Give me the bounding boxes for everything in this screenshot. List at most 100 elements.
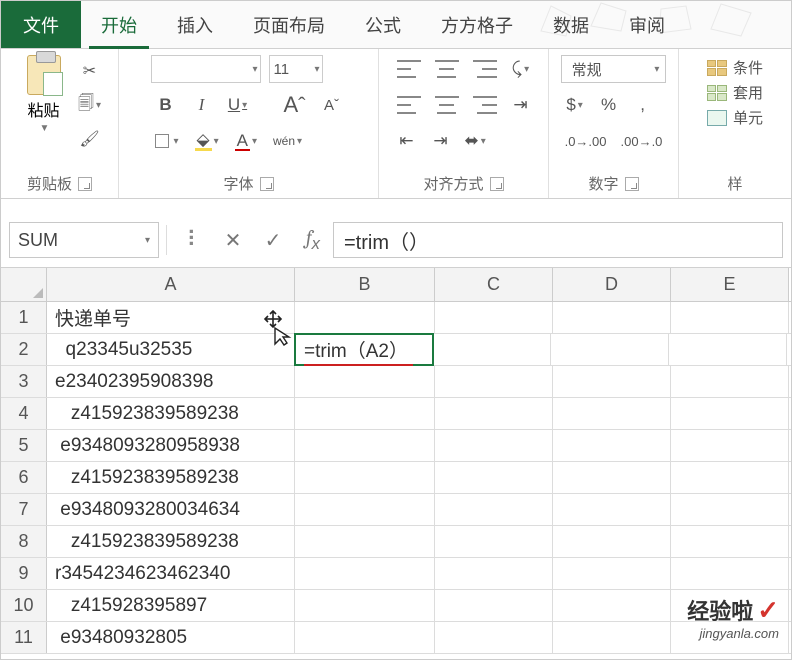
cell[interactable]: q23345u32535	[47, 334, 295, 365]
cell[interactable]	[669, 334, 787, 365]
cell[interactable]: 快递单号	[47, 302, 295, 333]
col-header-B[interactable]: B	[295, 268, 435, 301]
font-color-button[interactable]: A▾	[231, 127, 261, 155]
cell[interactable]	[435, 558, 553, 589]
percent-button[interactable]: %	[595, 91, 623, 119]
cell[interactable]: e9348093280958938	[47, 430, 295, 461]
cell[interactable]: e9348093280034634	[47, 494, 295, 525]
row-header[interactable]: 6	[1, 462, 47, 493]
cell[interactable]: r3454234623462340	[47, 558, 295, 589]
cell[interactable]: e93480932805	[47, 622, 295, 653]
row-header[interactable]: 7	[1, 494, 47, 525]
row-header[interactable]: 2	[1, 334, 47, 365]
cell[interactable]	[671, 302, 789, 333]
underline-button[interactable]: U▾	[223, 91, 251, 119]
number-format-combo[interactable]: 常规▾	[561, 55, 667, 83]
cut-button[interactable]: ✂	[78, 59, 102, 83]
cell[interactable]: z415928395897	[47, 590, 295, 621]
cell[interactable]: z415923839589238	[47, 398, 295, 429]
row-header[interactable]: 3	[1, 366, 47, 397]
cell[interactable]	[671, 494, 789, 525]
row-header[interactable]: 1	[1, 302, 47, 333]
align-middle-button[interactable]	[431, 55, 463, 83]
fill-color-button[interactable]: ⬙▾	[191, 127, 223, 155]
cell[interactable]	[295, 430, 435, 461]
orientation-button[interactable]: ⤹▾	[507, 55, 535, 83]
format-as-table-button[interactable]: 套用	[707, 82, 763, 103]
cell[interactable]	[671, 366, 789, 397]
cell[interactable]	[435, 494, 553, 525]
cell[interactable]: e23402395908398	[47, 366, 295, 397]
align-right-button[interactable]	[469, 91, 501, 119]
cell[interactable]	[295, 526, 435, 557]
align-center-button[interactable]	[431, 91, 463, 119]
cell[interactable]	[435, 366, 553, 397]
confirm-formula-button[interactable]: ✓	[253, 222, 293, 258]
cell[interactable]	[295, 622, 435, 653]
cell[interactable]	[671, 462, 789, 493]
cell[interactable]	[551, 334, 669, 365]
decrease-decimal-button[interactable]: .00→.0	[617, 127, 667, 155]
cell[interactable]	[553, 622, 671, 653]
cell[interactable]: z415923839589238	[47, 462, 295, 493]
align-top-button[interactable]	[393, 55, 425, 83]
cell[interactable]	[553, 302, 671, 333]
clipboard-launcher[interactable]	[78, 177, 92, 191]
cell[interactable]	[553, 526, 671, 557]
comma-button[interactable]: ,	[629, 91, 657, 119]
cell[interactable]	[295, 462, 435, 493]
increase-decimal-button[interactable]: .0→.00	[561, 127, 611, 155]
col-header-E[interactable]: E	[671, 268, 789, 301]
cell-styles-button[interactable]: 单元	[707, 107, 763, 128]
cell[interactable]	[435, 430, 553, 461]
fx-icon[interactable]: fx	[293, 222, 333, 258]
functions-dropdown-icon[interactable]: ⠇	[173, 222, 213, 258]
align-launcher[interactable]	[490, 177, 504, 191]
cancel-formula-button[interactable]: ✕	[213, 222, 253, 258]
cell[interactable]	[553, 558, 671, 589]
conditional-format-button[interactable]: 条件	[707, 57, 763, 78]
number-launcher[interactable]	[625, 177, 639, 191]
phonetic-button[interactable]: wén▾	[269, 127, 306, 155]
col-header-C[interactable]: C	[435, 268, 553, 301]
cell[interactable]	[553, 366, 671, 397]
cell[interactable]: z415923839589238	[47, 526, 295, 557]
font-launcher[interactable]	[260, 177, 274, 191]
col-header-D[interactable]: D	[553, 268, 671, 301]
row-header[interactable]: 11	[1, 622, 47, 653]
increase-indent-button[interactable]: ⇥	[427, 127, 455, 155]
row-header[interactable]: 8	[1, 526, 47, 557]
copy-button[interactable]: 🗐▾	[78, 93, 102, 117]
tab-page-layout[interactable]: 页面布局	[233, 1, 345, 48]
tab-file[interactable]: 文件	[1, 1, 81, 48]
accounting-button[interactable]: $▾	[561, 91, 589, 119]
name-box[interactable]: SUM▾	[9, 222, 159, 258]
cell[interactable]	[295, 558, 435, 589]
grow-font-button[interactable]: Aˆ	[279, 91, 309, 119]
cell[interactable]	[671, 398, 789, 429]
cell[interactable]	[435, 302, 553, 333]
shrink-font-button[interactable]: Aˇ	[318, 91, 346, 119]
col-header-A[interactable]: A	[47, 268, 295, 301]
align-left-button[interactable]	[393, 91, 425, 119]
cell[interactable]	[553, 398, 671, 429]
tab-fangfang[interactable]: 方方格子	[421, 1, 533, 48]
cell[interactable]	[433, 334, 551, 365]
row-header[interactable]: 10	[1, 590, 47, 621]
cell[interactable]	[295, 590, 435, 621]
decrease-indent-button[interactable]: ⇤	[393, 127, 421, 155]
italic-button[interactable]: I	[187, 91, 215, 119]
tab-insert[interactable]: 插入	[157, 1, 233, 48]
cell[interactable]	[435, 398, 553, 429]
row-header[interactable]: 5	[1, 430, 47, 461]
merge-button[interactable]: ⬌▾	[461, 127, 490, 155]
cell[interactable]	[295, 302, 435, 333]
cell[interactable]	[671, 430, 789, 461]
cell[interactable]	[435, 462, 553, 493]
align-bottom-button[interactable]	[469, 55, 501, 83]
wrap-text-button[interactable]: ⇥	[507, 91, 535, 119]
cell[interactable]	[435, 590, 553, 621]
cell[interactable]	[295, 494, 435, 525]
active-cell[interactable]: =trim（A2）	[294, 333, 434, 366]
font-size-combo[interactable]: 11▾	[269, 55, 323, 83]
